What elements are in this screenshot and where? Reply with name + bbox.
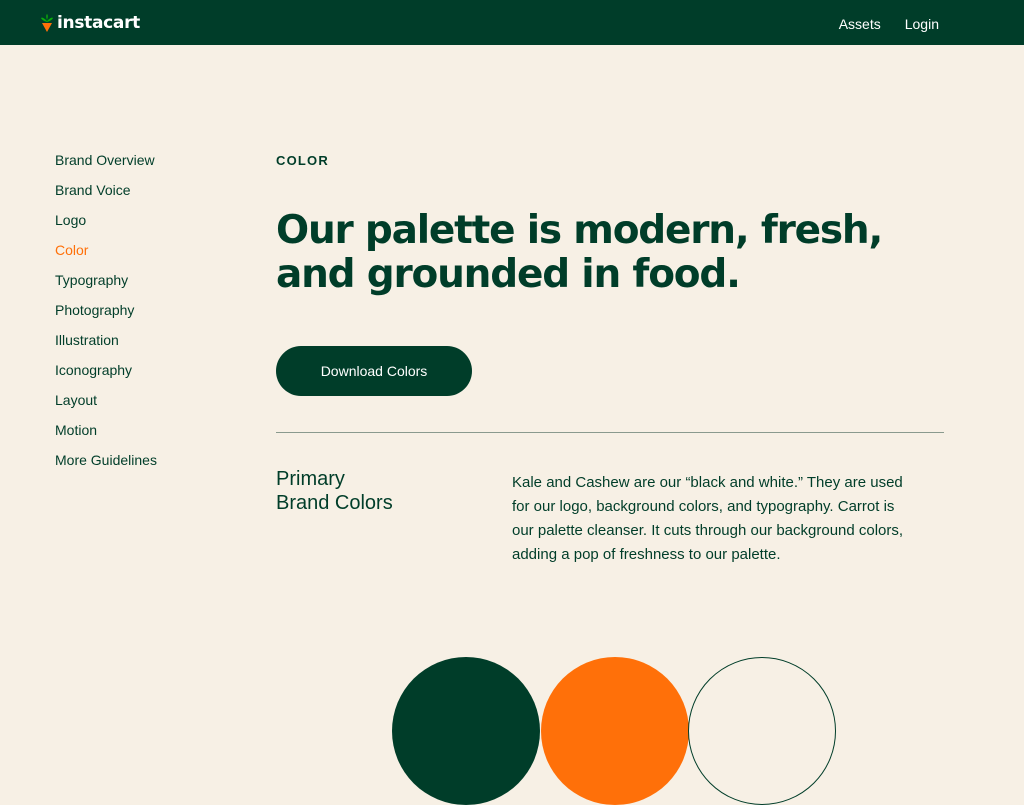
sidebar-item-illustration[interactable]: Illustration [55,331,157,361]
sidebar-item-iconography[interactable]: Iconography [55,361,157,391]
carrot-color-swatch[interactable] [541,657,689,805]
sidebar-item-typography[interactable]: Typography [55,271,157,301]
page-headline: Our palette is modern, fresh, and ground… [276,208,883,297]
sidebar-item-motion[interactable]: Motion [55,421,157,451]
top-nav: Assets Login [839,15,939,33]
carrot-logo-icon [41,14,53,32]
sidebar-nav: Brand Overview Brand Voice Logo Color Ty… [55,151,157,481]
sidebar-item-brand-overview[interactable]: Brand Overview [55,151,157,181]
kale-color-swatch[interactable] [392,657,540,805]
sidebar-item-more-guidelines[interactable]: More Guidelines [55,451,157,481]
sidebar-item-layout[interactable]: Layout [55,391,157,421]
top-bar: instacart Assets Login [0,0,1024,45]
section-eyebrow: COLOR [276,153,329,168]
logo-wordmark: instacart [57,12,141,33]
sidebar-item-photography[interactable]: Photography [55,301,157,331]
section-divider [276,432,944,433]
download-colors-button[interactable]: Download Colors [276,346,472,396]
section-title-line-2: Brand Colors [276,492,393,514]
sidebar-item-logo[interactable]: Logo [55,211,157,241]
primary-brand-colors-title: Primary Brand Colors [276,467,393,515]
primary-brand-colors-description: Kale and Cashew are our “black and white… [512,474,904,563]
section-title-line-1: Primary [276,468,345,490]
sidebar-item-brand-voice[interactable]: Brand Voice [55,181,157,211]
cashew-color-swatch[interactable] [688,657,836,805]
instacart-logo[interactable]: instacart [40,11,140,35]
sidebar-item-color[interactable]: Color [55,241,157,271]
nav-link-assets[interactable]: Assets [839,15,881,33]
nav-link-login[interactable]: Login [905,15,939,33]
